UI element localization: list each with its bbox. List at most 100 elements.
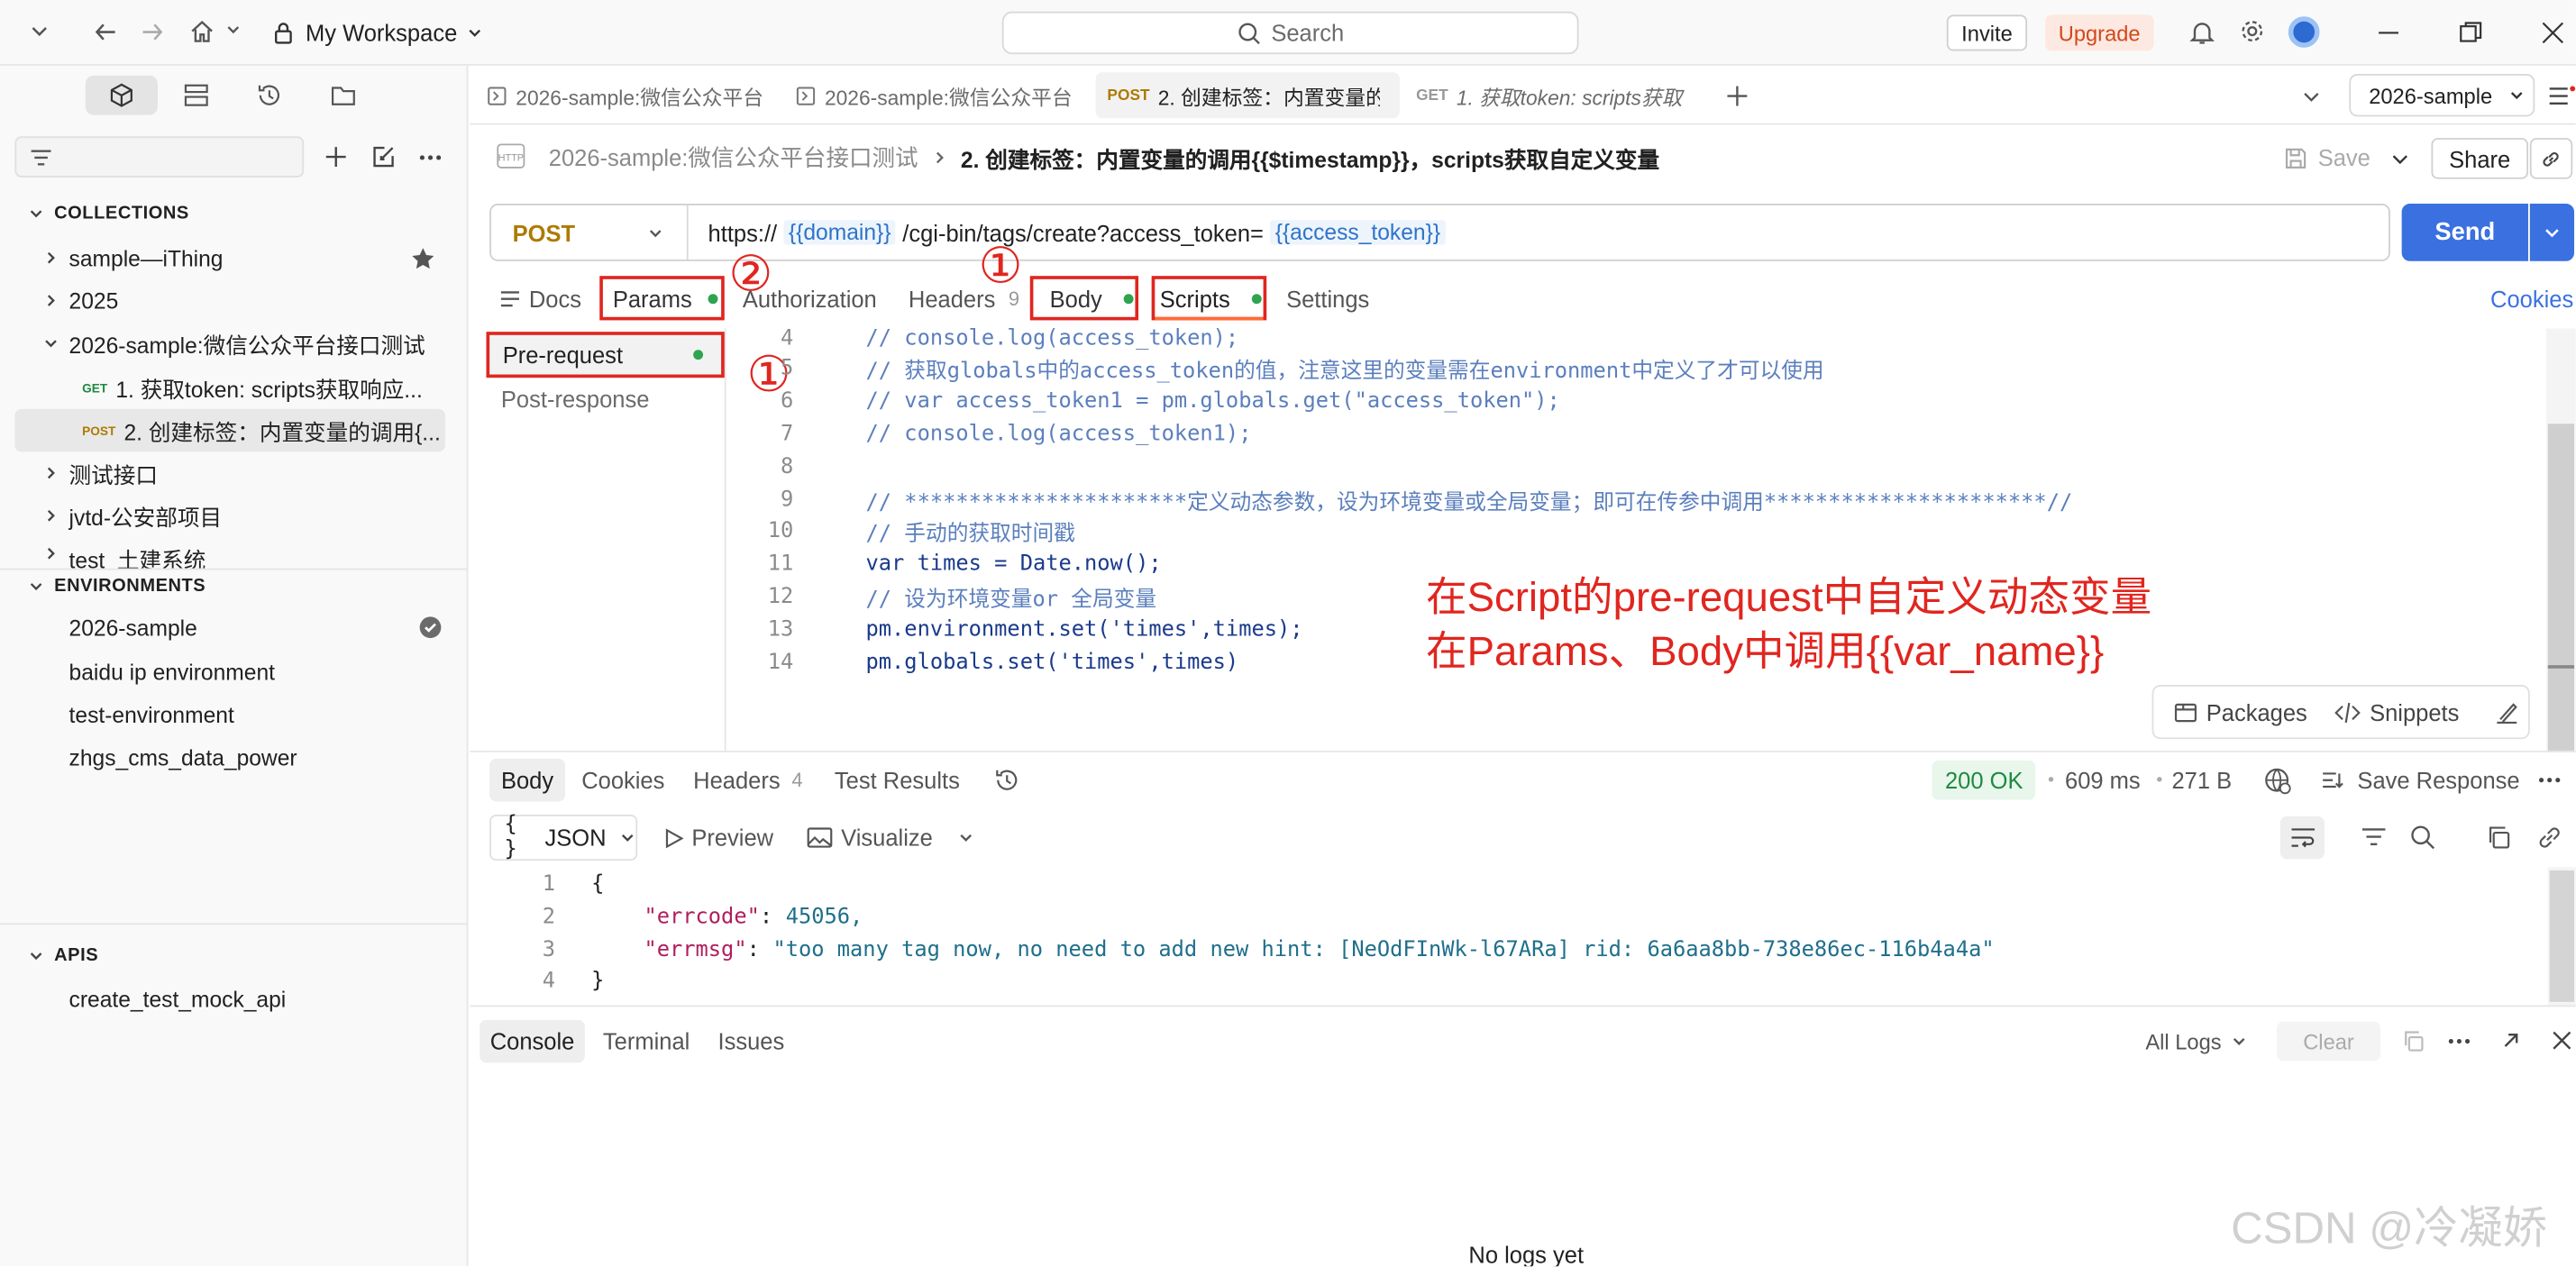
minimize-icon[interactable] [2375, 20, 2401, 46]
star-icon[interactable] [411, 246, 435, 270]
api-item[interactable]: create_test_mock_api [0, 977, 468, 1019]
close-window-icon[interactable] [2540, 20, 2566, 46]
wrap-lines-button[interactable] [2279, 816, 2325, 860]
packages-button[interactable]: Packages [2206, 699, 2307, 725]
gear-icon[interactable] [2239, 18, 2265, 44]
save-button[interactable]: Save [2283, 141, 2370, 174]
send-options-button[interactable] [2529, 204, 2575, 261]
tabs-overflow-chevron-icon[interactable] [2301, 87, 2321, 107]
environment-item[interactable]: baidu ip environment [0, 651, 468, 693]
format-selector[interactable]: { } JSON [489, 813, 638, 862]
restore-icon[interactable] [2458, 20, 2484, 46]
visualize-button[interactable]: Visualize [807, 819, 933, 855]
snippets-button[interactable]: Snippets [2370, 699, 2459, 725]
avatar[interactable] [2288, 16, 2320, 48]
chevron-down-icon[interactable] [958, 829, 974, 845]
home-icon[interactable] [189, 18, 215, 44]
collection-item[interactable]: jvtd-公安部项目 [0, 495, 468, 537]
save-options-chevron-icon[interactable] [2390, 150, 2410, 169]
link-icon[interactable] [2536, 825, 2562, 851]
request-item-selected[interactable]: POST 2. 创建标签：内置变量的调用{... [14, 408, 445, 452]
collection-item[interactable]: sample—iThing [0, 236, 468, 278]
request-name[interactable]: 2. 创建标签：内置变量的调用{{$timestamp}}，scripts获取自… [961, 141, 1659, 174]
collection-item[interactable]: 2025 [0, 279, 468, 322]
sidebar-filter-input[interactable] [14, 136, 305, 178]
history-icon[interactable] [256, 82, 282, 108]
console-tab[interactable]: Console [480, 1019, 585, 1063]
chevron-down-icon[interactable] [28, 20, 51, 43]
back-arrow-icon[interactable] [94, 20, 118, 44]
collections-nav-button[interactable] [85, 75, 158, 115]
collections-header[interactable]: COLLECTIONS [0, 200, 189, 226]
import-icon[interactable] [371, 144, 396, 169]
forward-arrow-icon[interactable] [140, 20, 164, 44]
collection-item[interactable]: 测试接口 [0, 451, 468, 494]
url-input[interactable]: https:// {{domain}} /cgi-bin/tags/create… [708, 205, 1446, 260]
preview-button[interactable]: Preview [663, 819, 773, 855]
tab-settings[interactable]: Settings [1286, 279, 1369, 319]
environment-icon[interactable] [182, 82, 210, 108]
pre-request-tab[interactable]: Pre-request [486, 332, 725, 378]
active-check-icon[interactable] [419, 615, 443, 639]
response-size[interactable]: 271 B [2171, 762, 2232, 798]
log-level-selector[interactable]: All Logs [2145, 1023, 2247, 1059]
request-tab[interactable]: GET 1. 获取token: scripts获取 [1416, 72, 1698, 118]
more-options-icon[interactable] [2448, 1038, 2471, 1044]
folder-icon[interactable] [330, 82, 356, 108]
environment-item[interactable]: 2026-sample [0, 606, 468, 649]
copy-link-button[interactable] [2529, 138, 2573, 179]
breadcrumb-parent[interactable]: 2026-sample:微信公众平台接口测试 [549, 141, 918, 174]
terminal-tab[interactable]: Terminal [603, 1023, 690, 1059]
tab-scripts[interactable]: Scripts [1151, 276, 1267, 321]
response-tab-body[interactable]: Body [489, 759, 565, 802]
invite-button[interactable]: Invite [1946, 14, 2028, 51]
bell-icon[interactable] [2189, 20, 2215, 46]
apis-header[interactable]: APIS [0, 943, 98, 969]
home-menu-chevron-icon[interactable] [225, 22, 242, 38]
share-button[interactable]: Share [2431, 138, 2528, 179]
environment-item[interactable]: test-environment [0, 693, 468, 735]
request-item[interactable]: GET 1. 获取token: scripts获取响应... [0, 366, 468, 408]
status-badge[interactable]: 200 OK [1932, 760, 2037, 800]
search-input[interactable]: Search [1001, 11, 1579, 55]
more-options-icon[interactable] [419, 154, 443, 160]
request-tab-active[interactable]: POST 2. 创建标签：内置变量的 [1095, 72, 1400, 119]
cookies-link[interactable]: Cookies [2490, 279, 2573, 319]
send-button[interactable]: Send [2401, 204, 2528, 261]
environment-selector[interactable]: 2026-sample [2349, 74, 2535, 117]
environments-header[interactable]: ENVIRONMENTS [0, 573, 206, 599]
scrollbar-thumb[interactable] [2549, 870, 2575, 1002]
issues-tab[interactable]: Issues [717, 1023, 784, 1059]
request-tab[interactable]: 2026-sample:微信公众平台 [795, 72, 1082, 118]
request-tab[interactable]: 2026-sample:微信公众平台 [486, 72, 773, 118]
more-options-icon[interactable] [2538, 777, 2562, 783]
copy-icon[interactable] [2486, 825, 2512, 851]
response-time[interactable]: 609 ms [2065, 762, 2141, 798]
save-response-button[interactable]: Save Response [2321, 762, 2520, 798]
url-variable-domain[interactable]: {{domain}} [783, 220, 896, 245]
close-icon[interactable] [2551, 1030, 2572, 1052]
copy-icon[interactable] [2402, 1030, 2425, 1053]
plus-icon[interactable] [324, 144, 348, 169]
new-tab-plus-icon[interactable] [1725, 84, 1749, 108]
response-tab-headers[interactable]: Headers 4 [693, 762, 802, 798]
response-scrollbar[interactable] [2547, 867, 2576, 1006]
response-body[interactable]: 1{ 2 "errcode":45056, 3 "errmsg": "too many… [470, 867, 2548, 1005]
response-tab-test-results[interactable]: Test Results [835, 762, 960, 798]
environment-item[interactable]: zhgs_cms_data_power [0, 736, 468, 779]
tab-docs[interactable]: Docs [499, 279, 581, 319]
url-variable-token[interactable]: {{access_token}} [1270, 220, 1446, 245]
response-tab-cookies[interactable]: Cookies [581, 762, 664, 798]
upgrade-button[interactable]: Upgrade [2045, 14, 2154, 51]
expand-icon[interactable] [2500, 1030, 2522, 1052]
tab-body[interactable]: Body [1029, 276, 1139, 321]
environment-quick-look-icon[interactable] [2548, 84, 2576, 108]
beautify-icon[interactable] [2494, 699, 2520, 725]
editor-scrollbar[interactable] [2546, 328, 2576, 752]
workspace-switcher[interactable]: My Workspace [273, 16, 484, 49]
collection-item[interactable]: test_土建系统 [0, 539, 468, 569]
clear-console-button[interactable]: Clear [2277, 1021, 2380, 1062]
search-icon[interactable] [2410, 825, 2436, 851]
method-selector[interactable]: POST [491, 205, 689, 260]
collection-item[interactable]: 2026-sample:微信公众平台接口测试 [0, 322, 468, 364]
